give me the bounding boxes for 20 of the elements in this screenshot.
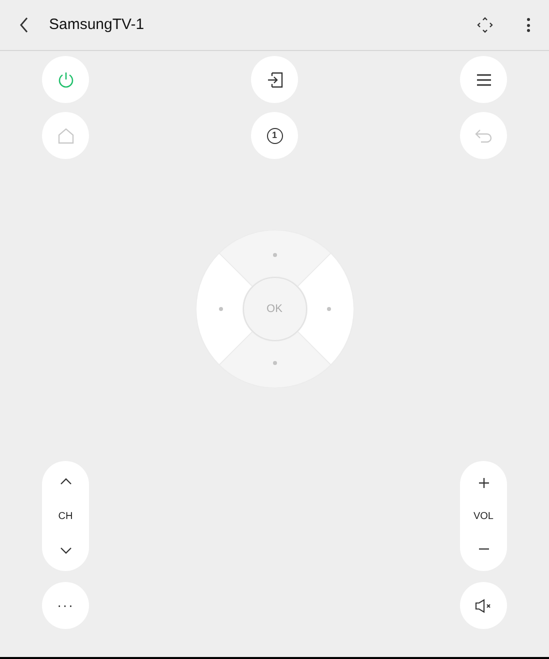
more-button[interactable]: ···	[42, 582, 89, 629]
menu-button[interactable]	[460, 56, 507, 103]
input-button[interactable]	[251, 56, 298, 103]
power-icon	[56, 70, 74, 88]
more-options-icon[interactable]	[525, 17, 531, 33]
input-icon	[266, 72, 282, 88]
speaker-muted-icon	[474, 598, 492, 612]
home-icon	[58, 128, 74, 144]
channel-down-icon[interactable]	[60, 547, 72, 555]
channel-label: CH	[58, 510, 73, 524]
number-button[interactable]: 1	[251, 112, 298, 159]
move-icon[interactable]	[477, 17, 493, 33]
mute-button[interactable]	[460, 582, 507, 629]
power-button[interactable]	[42, 56, 89, 103]
channel-up-icon[interactable]	[60, 477, 72, 485]
volume-label: VOL	[473, 510, 494, 524]
volume-up-icon[interactable]	[478, 477, 490, 489]
window-title: SamsungTV-1	[49, 14, 144, 35]
menu-icon	[476, 74, 492, 86]
undo-arrow-icon	[474, 128, 492, 142]
